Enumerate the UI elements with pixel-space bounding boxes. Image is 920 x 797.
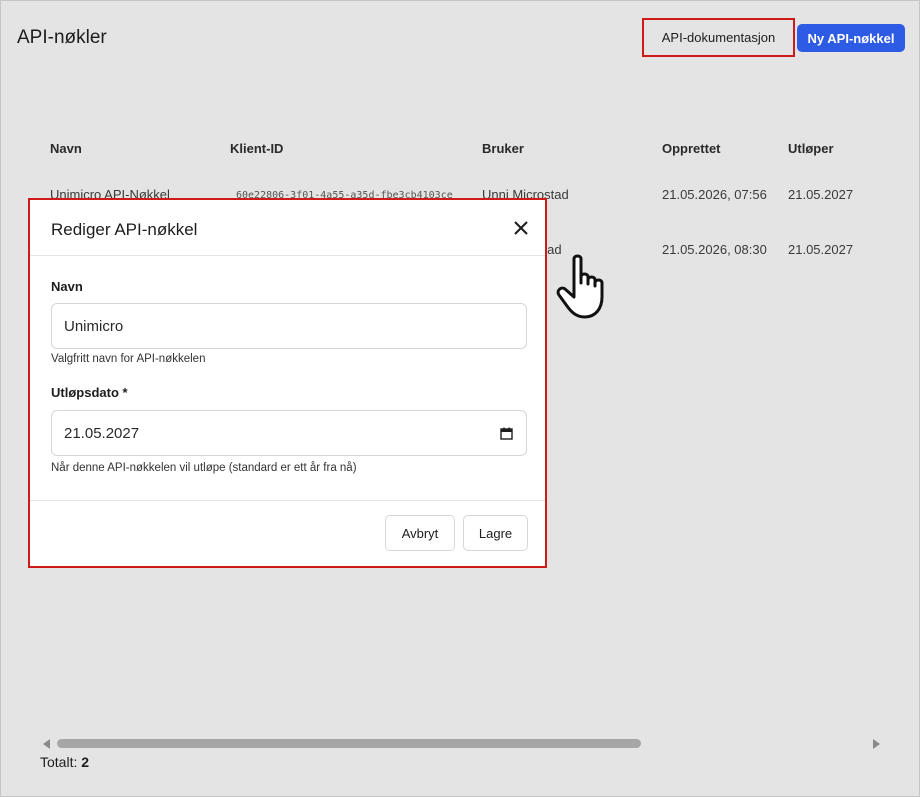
dialog-footer (30, 500, 545, 501)
column-header-client-id[interactable]: Klient-ID (230, 141, 283, 156)
expiry-label: Utløpsdato * (51, 385, 128, 400)
table-cell-expires: 21.05.2027 (788, 242, 854, 257)
total-count: Totalt: 2 (40, 754, 89, 770)
scroll-left-arrow[interactable] (43, 739, 50, 749)
total-label: Totalt: (40, 754, 78, 770)
name-help-text: Valgfritt navn for API-nøkkelen (51, 353, 206, 365)
column-header-name[interactable]: Navn (50, 141, 82, 156)
horizontal-scrollbar[interactable] (57, 739, 641, 748)
column-header-user[interactable]: Bruker (482, 141, 524, 156)
dialog-header: Rediger API-nøkkel (30, 200, 545, 256)
name-label: Navn (51, 279, 83, 294)
save-button[interactable]: Lagre (463, 515, 528, 551)
calendar-icon[interactable] (500, 427, 513, 440)
expiry-help-text: Når denne API-nøkkelen vil utløpe (stand… (51, 462, 357, 474)
scroll-right-arrow[interactable] (873, 739, 880, 749)
edit-api-key-dialog: Rediger API-nøkkel Navn Unimicro Valgfri… (28, 198, 547, 568)
name-input[interactable]: Unimicro (51, 303, 527, 349)
new-api-key-button[interactable]: Ny API-nøkkel (797, 24, 905, 52)
close-icon (514, 220, 528, 235)
dialog-title: Rediger API-nøkkel (51, 220, 198, 239)
table-cell-created: 21.05.2026, 07:56 (662, 187, 767, 202)
total-value: 2 (81, 754, 90, 770)
table-cell-created: 21.05.2026, 08:30 (662, 242, 767, 257)
cancel-button[interactable]: Avbryt (385, 515, 455, 551)
column-header-expires[interactable]: Utløper (788, 141, 834, 156)
close-button[interactable] (511, 219, 531, 239)
hand-pointer-icon (556, 254, 604, 319)
table-cell-expires: 21.05.2027 (788, 187, 854, 202)
name-input-value: Unimicro (64, 317, 124, 335)
app-window: API-nøkler API-dokumentasjon Ny API-nøkk… (0, 0, 920, 797)
expiry-date-value: 21.05.2027 (64, 424, 140, 442)
page-title: API-nøkler (17, 27, 107, 48)
column-header-created[interactable]: Opprettet (662, 141, 721, 156)
expiry-date-input[interactable]: 21.05.2027 (51, 410, 527, 456)
api-docs-button[interactable]: API-dokumentasjon (642, 18, 795, 57)
